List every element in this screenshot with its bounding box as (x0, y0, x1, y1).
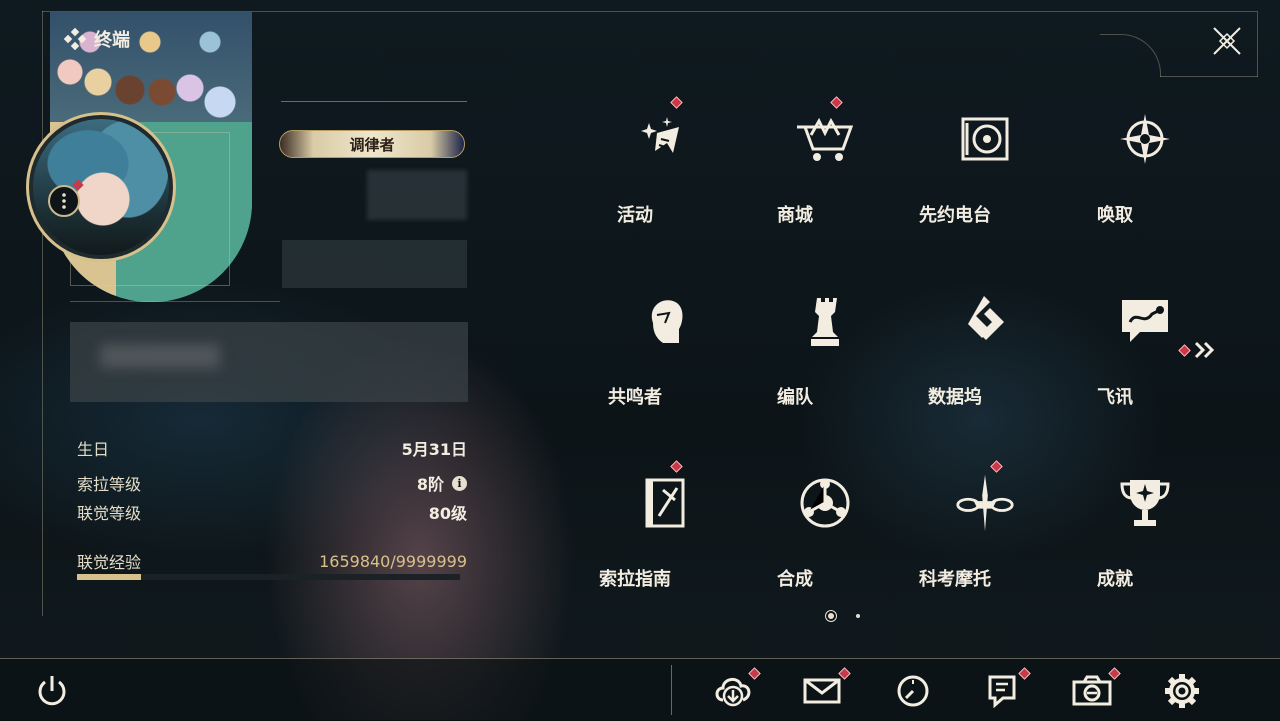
title-badge-label: 调律者 (349, 135, 395, 154)
double-chevron-right-icon (1194, 341, 1215, 359)
blurred-name-field (367, 170, 467, 220)
settings-gear-icon (1165, 674, 1199, 708)
title-badge[interactable]: 调律者 (279, 130, 465, 158)
frame-line (42, 11, 43, 616)
menu-item-motorbike[interactable]: 科考摩托 (905, 459, 1065, 609)
menu-item-label: 数据坞 (928, 387, 982, 408)
menu-grid: 活动 商城 先约电台 唤取 共鸣者 编队 数据坞 飞讯 索拉指南 合成 科考摩托… (585, 95, 1170, 595)
data-dock-icon (955, 291, 1015, 351)
menu-item-shop[interactable]: 商城 (745, 95, 905, 245)
close-button[interactable] (1208, 22, 1246, 60)
compass-star-icon (1115, 109, 1175, 169)
power-icon (38, 676, 66, 706)
notification-dot (1178, 343, 1191, 357)
terminal-header: 终端 (64, 26, 130, 52)
menu-item-label: 成就 (1097, 569, 1133, 590)
time-button[interactable] (893, 672, 933, 710)
divider (281, 101, 467, 102)
frame-line (1160, 76, 1258, 77)
menu-item-label: 编队 (777, 387, 813, 408)
menu-item-sol-guide[interactable]: 索拉指南 (585, 459, 745, 609)
clock-icon (897, 675, 929, 707)
stat-union-level: 联觉等级 80级 (77, 500, 467, 524)
stat-label: 联觉等级 (77, 504, 142, 523)
blurred-id-field (282, 240, 467, 288)
shopping-cart-icon (795, 109, 855, 169)
page-dot-active[interactable] (828, 613, 834, 619)
terminal-diamond-icon (64, 28, 86, 50)
page-indicator (828, 613, 860, 619)
trophy-icon (1115, 473, 1175, 533)
sparkle-flag-icon (635, 109, 695, 169)
guide-book-icon (635, 473, 695, 533)
synthesis-ring-icon (795, 473, 855, 533)
menu-item-team[interactable]: 编队 (745, 277, 905, 427)
page-title: 终端 (94, 30, 130, 51)
menu-item-convene[interactable]: 唤取 (1065, 95, 1225, 245)
menu-item-label: 科考摩托 (919, 569, 991, 590)
stat-value: 80级 (428, 504, 467, 523)
stat-label: 索拉等级 (77, 475, 142, 494)
camera-icon (1072, 675, 1112, 706)
camera-button[interactable] (1072, 672, 1112, 710)
menu-item-synthesis[interactable]: 合成 (745, 459, 905, 609)
menu-item-label: 先约电台 (919, 205, 991, 226)
menu-item-achievements[interactable]: 成就 (1065, 459, 1225, 609)
page-dot[interactable] (856, 614, 860, 618)
exp-value: 1659840/9999999 (319, 551, 467, 571)
menu-item-radio[interactable]: 先约电台 (905, 95, 1065, 245)
more-dots-icon (62, 193, 66, 209)
menu-item-label: 索拉指南 (599, 569, 671, 590)
menu-item-data-dock[interactable]: 数据坞 (905, 277, 1065, 427)
chess-piece-icon (795, 291, 855, 351)
menu-item-label: 合成 (777, 569, 813, 590)
stat-sol-rank: 索拉等级 8阶 i (77, 471, 467, 495)
settings-button[interactable] (1162, 672, 1202, 710)
exp-progress-fill (77, 574, 141, 580)
stat-value: 8阶 (416, 475, 444, 494)
motorbike-icon (955, 473, 1015, 533)
menu-item-label: 共鸣者 (608, 387, 662, 408)
mail-button[interactable] (802, 672, 842, 710)
character-head-icon (635, 291, 695, 351)
notice-icon (988, 675, 1016, 708)
notice-button[interactable] (982, 672, 1022, 710)
avatar[interactable] (33, 119, 169, 255)
power-button[interactable] (32, 672, 72, 710)
radio-speaker-icon (955, 109, 1015, 169)
next-page-button[interactable] (1178, 340, 1219, 360)
menu-item-label: 商城 (777, 205, 813, 226)
menu-item-label: 唤取 (1097, 205, 1133, 226)
stat-union-exp: 联觉经验 1659840/9999999 (77, 549, 467, 573)
stat-value: 5月31日 (401, 440, 467, 459)
menu-item-label: 活动 (617, 205, 653, 226)
download-button[interactable] (713, 672, 753, 710)
divider (70, 301, 280, 302)
blurred-signature-field (70, 322, 468, 402)
info-icon[interactable]: i (452, 475, 467, 491)
chat-bubble-icon (1115, 291, 1175, 351)
menu-item-activity[interactable]: 活动 (585, 95, 745, 245)
stat-label: 生日 (77, 440, 110, 459)
close-icon (1213, 27, 1241, 55)
frame-line (1257, 11, 1258, 77)
stat-birthday: 生日 5月31日 (77, 436, 467, 460)
stat-value-wrap: 8阶 i (417, 471, 467, 495)
menu-item-label: 飞讯 (1097, 387, 1133, 408)
mail-icon (803, 678, 841, 704)
cloud-download-icon (715, 678, 751, 707)
divider (671, 665, 672, 715)
more-options-button[interactable] (48, 185, 80, 217)
stat-label: 联觉经验 (77, 553, 142, 572)
menu-item-resonators[interactable]: 共鸣者 (585, 277, 745, 427)
